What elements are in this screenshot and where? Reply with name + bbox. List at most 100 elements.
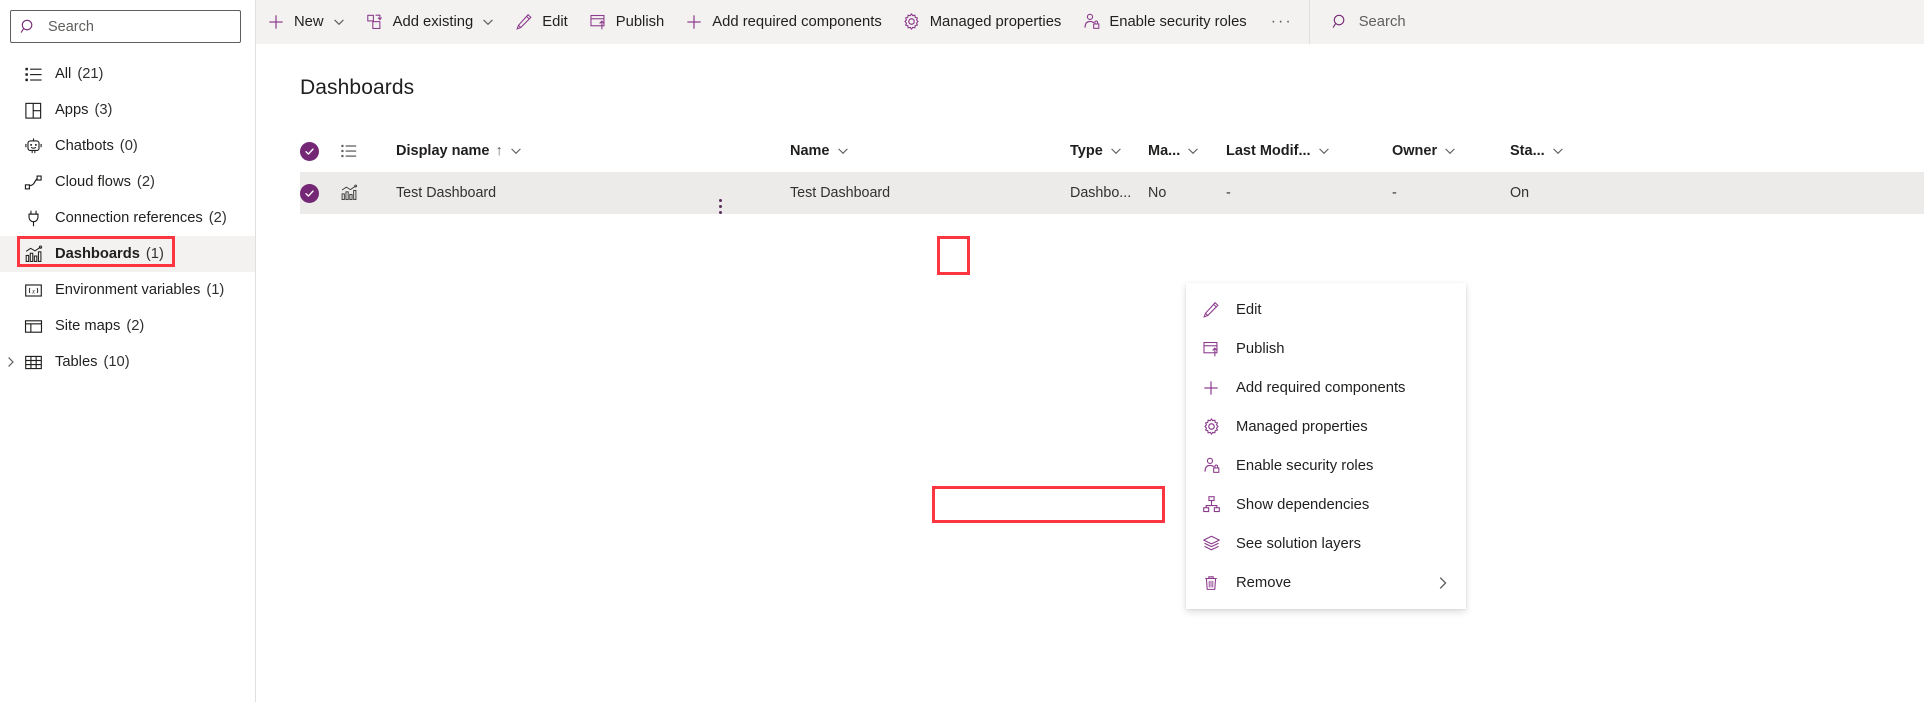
command-enable-security-roles[interactable]: Enable security roles bbox=[1071, 0, 1256, 44]
sidebar-item-tables[interactable]: Tables (10) bbox=[0, 344, 255, 380]
context-menu-item-edit[interactable]: Edit bbox=[1186, 290, 1466, 329]
sidebar-item-label: Apps bbox=[55, 102, 89, 118]
sidebar-item-connection-references[interactable]: Connection references (2) bbox=[0, 200, 255, 236]
column-header-label: Type bbox=[1070, 143, 1103, 159]
grid-header-name[interactable]: Name bbox=[790, 143, 1070, 159]
grid-header-status[interactable]: Sta... bbox=[1510, 143, 1600, 159]
column-header-display-name[interactable]: Display name ↑ bbox=[396, 143, 522, 159]
grid-header-managed[interactable]: Ma... bbox=[1148, 143, 1226, 159]
sidebar-item-all[interactable]: All (21) bbox=[0, 56, 255, 92]
command-bar-search[interactable]: Search bbox=[1314, 0, 1406, 44]
row-checkbox[interactable] bbox=[300, 183, 319, 203]
column-header-label: Sta... bbox=[1510, 143, 1545, 159]
column-header-owner[interactable]: Owner bbox=[1392, 143, 1456, 159]
column-header-managed[interactable]: Ma... bbox=[1148, 143, 1199, 159]
sidebar-nav-list: All (21) Apps (3) Chatbots (0) Cloud flo… bbox=[0, 56, 255, 380]
command-managed-properties[interactable]: Managed properties bbox=[892, 0, 1072, 44]
sidebar-item-environment-variables[interactable]: x Environment variables (1) bbox=[0, 272, 255, 308]
context-menu-item-see-solution-layers[interactable]: See solution layers bbox=[1186, 524, 1466, 563]
chevron-down-icon[interactable] bbox=[1318, 145, 1330, 157]
context-menu-item-add-required-components[interactable]: Add required components bbox=[1186, 368, 1466, 407]
cloud-flow-icon bbox=[22, 171, 44, 193]
plus-icon bbox=[684, 12, 704, 32]
select-all-checkbox[interactable] bbox=[300, 141, 319, 161]
column-header-label: Ma... bbox=[1148, 143, 1181, 159]
ellipsis-vertical-icon bbox=[718, 198, 722, 214]
row-last-modified: - bbox=[1226, 185, 1231, 201]
chevron-down-icon[interactable] bbox=[1110, 145, 1122, 157]
command-label: Managed properties bbox=[929, 13, 1062, 30]
column-header-label: Name bbox=[790, 143, 830, 159]
sort-ascending-icon[interactable]: ↑ bbox=[496, 143, 503, 159]
sidebar-search-box[interactable] bbox=[10, 10, 241, 43]
publish-icon bbox=[1200, 338, 1222, 360]
pencil-icon bbox=[514, 12, 534, 32]
chevron-right-icon[interactable] bbox=[4, 355, 18, 369]
main-area: New Add existing Edit Publish Add requir… bbox=[256, 0, 1924, 702]
chevron-down-icon[interactable] bbox=[1187, 145, 1199, 157]
chevron-down-icon[interactable] bbox=[510, 145, 522, 157]
command-new[interactable]: New bbox=[256, 0, 355, 44]
table-row[interactable]: Test Dashboard Test Dashboard Dashbo... … bbox=[300, 172, 1924, 214]
highlight-box-enable-security-roles bbox=[932, 486, 1165, 523]
command-label: Enable security roles bbox=[1109, 13, 1247, 30]
sidebar-item-apps[interactable]: Apps (3) bbox=[0, 92, 255, 128]
context-menu-item-remove[interactable]: Remove bbox=[1186, 563, 1466, 602]
search-input[interactable] bbox=[46, 17, 231, 36]
sidebar-item-cloud-flows[interactable]: Cloud flows (2) bbox=[0, 164, 255, 200]
list-icon bbox=[22, 63, 44, 85]
app-root: All (21) Apps (3) bbox=[0, 0, 1924, 702]
table-icon bbox=[22, 351, 44, 373]
sidebar-item-count: (0) bbox=[119, 138, 138, 154]
context-menu-item-managed-properties[interactable]: Managed properties bbox=[1186, 407, 1466, 446]
svg-text:x: x bbox=[30, 288, 34, 295]
sidebar-item-chatbots[interactable]: Chatbots (0) bbox=[0, 128, 255, 164]
chevron-down-icon[interactable] bbox=[1552, 145, 1564, 157]
command-bar-search-label: Search bbox=[1358, 13, 1406, 30]
grid-header-type-icon-cell[interactable] bbox=[340, 142, 386, 160]
row-name-cell: Test Dashboard bbox=[718, 185, 1070, 214]
column-header-last-modified[interactable]: Last Modif... bbox=[1226, 143, 1330, 159]
sidebar-item-label: Connection references bbox=[55, 210, 203, 226]
sidebar-item-label: Dashboards bbox=[55, 246, 140, 262]
chevron-down-icon[interactable] bbox=[482, 16, 494, 28]
trash-icon bbox=[1200, 572, 1222, 594]
plus-icon bbox=[266, 12, 286, 32]
sitemap-layout-icon bbox=[22, 315, 44, 337]
context-menu-item-publish[interactable]: Publish bbox=[1186, 329, 1466, 368]
chevron-down-icon[interactable] bbox=[837, 145, 849, 157]
command-label: Edit bbox=[542, 13, 568, 30]
command-add-existing[interactable]: Add existing bbox=[355, 0, 505, 44]
column-header-type[interactable]: Type bbox=[1070, 143, 1122, 159]
sidebar-item-label: Tables bbox=[55, 354, 98, 370]
search-icon bbox=[20, 18, 37, 35]
grid-header-owner[interactable]: Owner bbox=[1392, 143, 1510, 159]
chevron-down-icon[interactable] bbox=[333, 16, 345, 28]
chevron-right-icon[interactable] bbox=[1436, 576, 1450, 590]
column-header-status[interactable]: Sta... bbox=[1510, 143, 1564, 159]
column-header-name[interactable]: Name bbox=[790, 143, 849, 159]
command-edit[interactable]: Edit bbox=[504, 0, 578, 44]
ellipsis-icon: ··· bbox=[1270, 12, 1293, 30]
grid-header-display-name[interactable]: Display name ↑ bbox=[386, 143, 790, 159]
gear-icon bbox=[1200, 416, 1222, 438]
command-bar: New Add existing Edit Publish Add requir… bbox=[256, 0, 1924, 44]
row-status: On bbox=[1510, 185, 1530, 201]
chevron-down-icon[interactable] bbox=[1444, 145, 1456, 157]
command-publish[interactable]: Publish bbox=[578, 0, 675, 44]
grid-header-last-modified[interactable]: Last Modif... bbox=[1226, 143, 1392, 159]
row-select-cell[interactable] bbox=[300, 183, 340, 203]
context-menu-item-show-dependencies[interactable]: Show dependencies bbox=[1186, 485, 1466, 524]
list-icon bbox=[340, 142, 358, 160]
sidebar-item-count: (1) bbox=[145, 246, 164, 262]
command-label: Add required components bbox=[712, 13, 882, 30]
context-menu-item-label: Managed properties bbox=[1236, 418, 1368, 435]
command-overflow-button[interactable]: ··· bbox=[1257, 0, 1307, 44]
sidebar-item-dashboards[interactable]: Dashboards (1) bbox=[0, 236, 255, 272]
row-more-actions-button[interactable] bbox=[708, 189, 732, 223]
context-menu-item-enable-security-roles[interactable]: Enable security roles bbox=[1186, 446, 1466, 485]
select-all-cell[interactable] bbox=[300, 141, 340, 161]
grid-header-type[interactable]: Type bbox=[1070, 143, 1148, 159]
command-add-required-components[interactable]: Add required components bbox=[674, 0, 891, 44]
sidebar-item-site-maps[interactable]: Site maps (2) bbox=[0, 308, 255, 344]
